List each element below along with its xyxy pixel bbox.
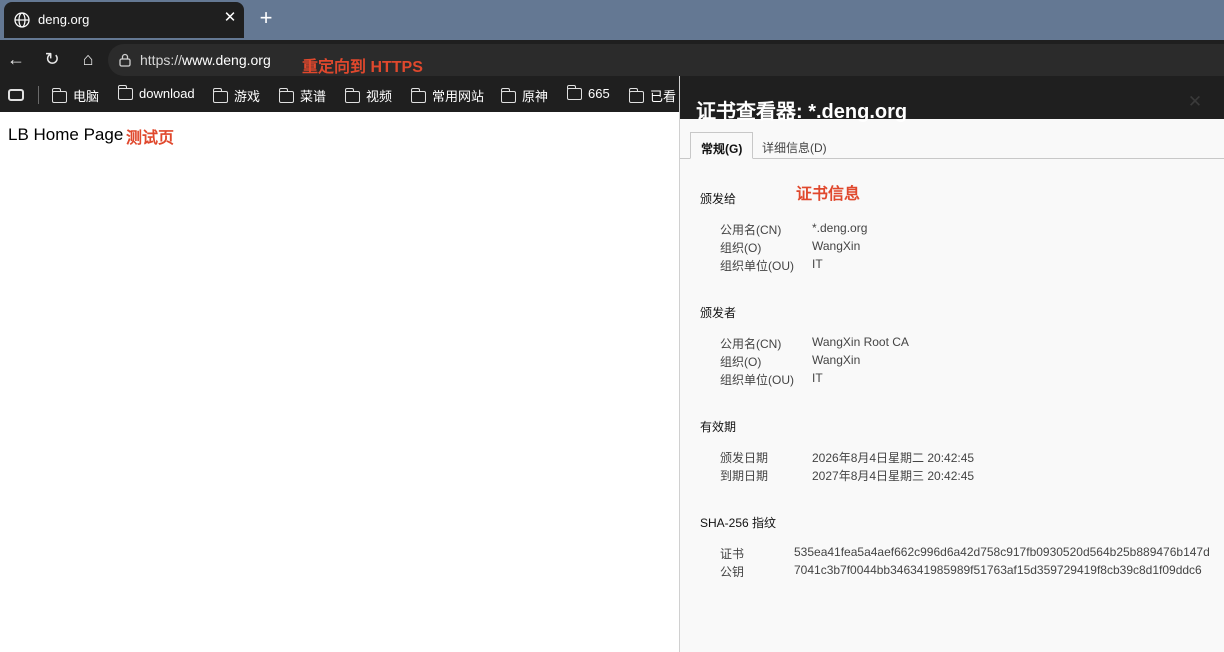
field-value: 2026年8月4日星期二 20:42:45 [812, 451, 975, 465]
certificate-viewer-title: 证书查看器: *.deng.org [696, 101, 908, 123]
folder-icon [51, 88, 67, 103]
bookmark-label: 游戏 [234, 89, 261, 104]
page-title: LB Home Page [8, 125, 124, 144]
globe-icon [14, 12, 30, 28]
tab-strip: deng.org ✕ + [0, 0, 1224, 40]
bookmark-folder[interactable]: 菜谱 [278, 86, 327, 104]
redirect-annotation: 重定向到 HTTPS [302, 59, 423, 76]
bookmark-folder[interactable]: 游戏 [212, 86, 261, 104]
folder-icon [410, 88, 426, 103]
address-bar[interactable]: https://www.deng.org [108, 44, 1224, 76]
tab-close-icon[interactable]: ✕ [222, 10, 238, 26]
url-host: www.deng.org [182, 52, 271, 68]
folder-icon [344, 88, 360, 103]
field-label: 组织(O) [720, 355, 762, 369]
tab-general[interactable]: 常规(G) [690, 132, 754, 159]
field-value: 535ea41fea5a4aef662c996d6a42d758c917fb09… [794, 545, 1210, 559]
bookmark-folder[interactable]: 电脑 [51, 86, 100, 104]
certificate-tabs: 常规(G) 详细信息(D) [680, 132, 1224, 159]
bookmark-folder[interactable]: 665 [566, 85, 610, 104]
folder-icon [212, 88, 228, 103]
folder-icon [117, 85, 133, 100]
bookmark-folder[interactable]: download [117, 85, 195, 104]
url-text: https://www.deng.org [140, 52, 271, 68]
issued-to-heading: 颁发给 [700, 192, 737, 206]
validity-heading: 有效期 [700, 420, 737, 434]
issued-by-heading: 颁发者 [700, 306, 737, 320]
bookmark-label: 视频 [366, 89, 393, 104]
field-value: WangXin [812, 353, 861, 367]
page-content: LB Home Page 测试页 [0, 113, 680, 652]
close-icon[interactable]: ✕ [1187, 93, 1203, 110]
tab-title: deng.org [38, 12, 90, 27]
bookmark-folder[interactable]: 原神 [500, 86, 549, 104]
bookmark-label: 已看 [650, 89, 677, 104]
field-label: 公钥 [720, 565, 745, 579]
field-label: 组织(O) [720, 241, 762, 255]
field-label: 证书 [720, 547, 745, 561]
field-label: 颁发日期 [720, 451, 769, 465]
lock-icon[interactable] [118, 53, 132, 67]
bookmark-label: 原神 [522, 89, 549, 104]
url-scheme: https:// [140, 52, 183, 68]
field-value: *.deng.org [812, 221, 868, 235]
field-label: 到期日期 [720, 469, 769, 483]
new-tab-button[interactable]: + [256, 7, 276, 29]
folder-icon [500, 88, 516, 103]
field-value: IT [812, 371, 823, 385]
bookmark-label: 电脑 [73, 89, 100, 104]
bookmark-label: 菜谱 [300, 89, 327, 104]
field-label: 公用名(CN) [720, 337, 782, 351]
fingerprint-heading: SHA-256 指纹 [700, 516, 777, 530]
field-value: 2027年8月4日星期三 20:42:45 [812, 469, 975, 483]
bookmarks-divider [38, 86, 39, 104]
bookmark-label: download [139, 86, 195, 101]
bookmark-folder[interactable]: 视频 [344, 86, 393, 104]
certificate-viewer: 证书查看器: *.deng.org ✕ 常规(G) 详细信息(D) 证书信息 颁… [679, 76, 1224, 652]
back-arrow-icon[interactable]: ← [6, 49, 26, 69]
test-page-annotation: 测试页 [126, 130, 175, 147]
field-value: WangXin [812, 239, 861, 253]
folder-icon [566, 85, 582, 100]
field-label: 组织单位(OU) [720, 259, 794, 273]
bookmark-folder[interactable]: 常用网站 [410, 86, 485, 104]
reload-icon[interactable]: ↻ [42, 49, 62, 69]
folder-icon [278, 88, 294, 103]
field-value: 7041c3b7f0044bb346341985989f51763af15d35… [794, 563, 1202, 577]
folder-icon [628, 88, 644, 103]
field-label: 组织单位(OU) [720, 373, 794, 387]
sidebar-toggle-icon[interactable] [8, 89, 24, 101]
address-toolbar: ← ↻ ⌂ https://www.deng.org [0, 40, 1224, 78]
field-value: WangXin Root CA [812, 335, 909, 349]
field-value: IT [812, 257, 823, 271]
home-icon[interactable]: ⌂ [78, 49, 98, 69]
field-label: 公用名(CN) [720, 223, 782, 237]
bookmark-folder[interactable]: 已看 [628, 86, 677, 104]
bookmark-label: 665 [588, 86, 610, 101]
bookmark-label: 常用网站 [432, 89, 485, 104]
tab-details[interactable]: 详细信息(D) [752, 132, 837, 159]
cert-info-annotation: 证书信息 [796, 186, 861, 203]
browser-tab[interactable]: deng.org ✕ [4, 2, 244, 38]
